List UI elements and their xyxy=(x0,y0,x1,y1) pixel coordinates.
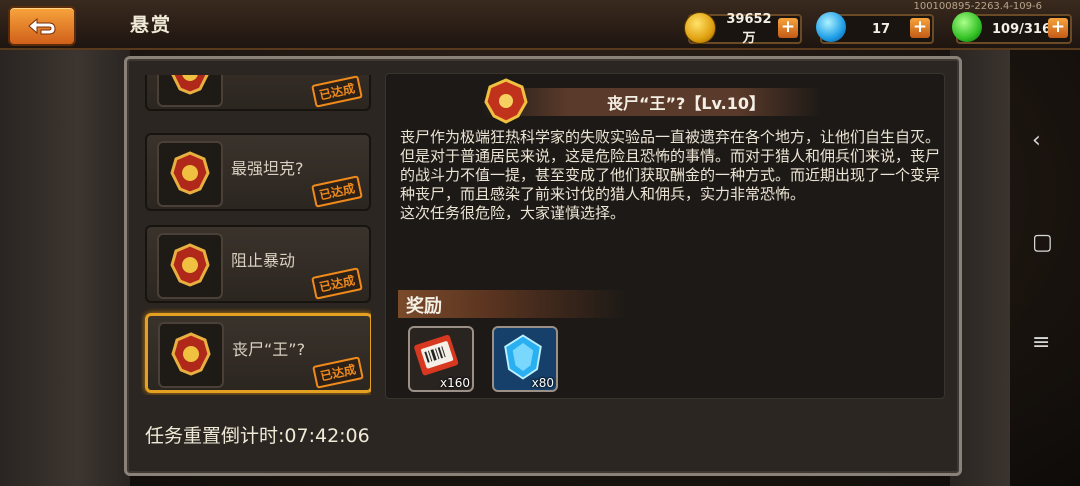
task-emblem xyxy=(157,141,223,207)
system-navigation: ‹ ▢ ≡ xyxy=(1010,0,1080,486)
reward-item[interactable]: x160 xyxy=(408,326,474,392)
detail-description: 丧尸作为极端狂热科学家的失败实验品一直被遗弃在各个地方，让他们自生自灭。但是对于… xyxy=(400,128,941,222)
bounty-emblem-icon xyxy=(171,332,211,376)
completed-stamp: 已达成 xyxy=(311,267,363,300)
completed-stamp: 已达成 xyxy=(312,356,364,389)
nav-home-icon[interactable]: ▢ xyxy=(1032,230,1053,255)
completed-stamp: 已达成 xyxy=(311,75,363,108)
add-gold-button[interactable]: + xyxy=(778,18,798,38)
blue-gem-icon xyxy=(816,12,846,42)
green-crystal-icon xyxy=(952,12,982,42)
task-item[interactable]: 阻止暴动 已达成 xyxy=(145,225,371,303)
reward-quantity: x160 xyxy=(439,376,470,390)
bounty-emblem-icon xyxy=(170,151,210,195)
gem-value: 17 xyxy=(871,21,891,37)
task-emblem xyxy=(158,322,224,388)
top-bar: 悬赏 100100895-2263.4-109-6 39652万 + 17 + … xyxy=(0,0,1080,50)
task-name: 阻止暴动 xyxy=(231,251,296,270)
gold-coin-icon xyxy=(684,12,716,44)
task-name: 最强坦克? xyxy=(231,159,304,178)
task-list[interactable]: 已达成 最强坦克? 已达成 阻止暴动 已达成 丧尸“王”? 已达成 xyxy=(141,75,371,395)
nav-menu-icon[interactable]: ≡ xyxy=(1032,330,1050,355)
nav-back-icon[interactable]: ‹ xyxy=(1032,128,1041,153)
reward-label: 奖励 xyxy=(406,296,442,317)
background-wall-left xyxy=(0,40,130,486)
task-emblem xyxy=(157,233,223,299)
task-detail: 丧尸“王”?【Lv.10】 丧尸作为极端狂热科学家的失败实验品一直被遗弃在各个地… xyxy=(385,73,945,399)
task-emblem xyxy=(157,75,223,107)
reward-quantity: x80 xyxy=(531,376,554,390)
add-gem-button[interactable]: + xyxy=(910,18,930,38)
reward-item[interactable]: x80 xyxy=(492,326,558,392)
task-item[interactable]: 最强坦克? 已达成 xyxy=(145,133,371,211)
bounty-emblem-icon xyxy=(171,75,209,95)
reset-countdown: 任务重置倒计时:07:42:06 xyxy=(145,425,370,447)
task-item-selected[interactable]: 丧尸“王”? 已达成 xyxy=(145,313,371,393)
return-arrow-icon xyxy=(28,17,56,35)
gold-counter: 39652万 + xyxy=(684,12,802,46)
back-button[interactable] xyxy=(8,6,76,46)
completed-stamp: 已达成 xyxy=(311,175,363,208)
task-name: 丧尸“王”? xyxy=(232,340,306,359)
bounty-panel: 已达成 最强坦克? 已达成 阻止暴动 已达成 丧尸“王”? 已达成 任务重置倒计… xyxy=(124,56,962,476)
task-item[interactable]: 已达成 xyxy=(145,75,371,111)
detail-title: 丧尸“王”?【Lv.10】 xyxy=(607,94,765,113)
gold-value: 39652万 xyxy=(726,12,772,46)
gem-counter: 17 + xyxy=(816,12,934,44)
bounty-emblem-icon xyxy=(170,243,210,287)
page-title: 悬赏 xyxy=(130,14,173,36)
